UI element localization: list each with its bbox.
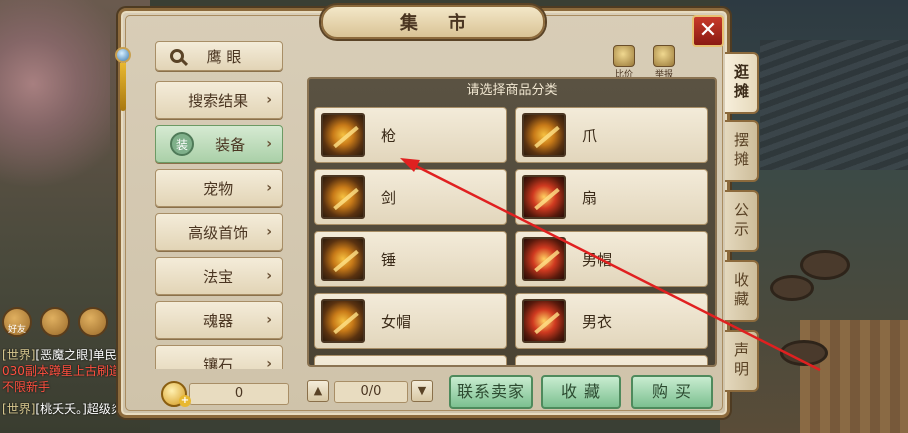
chat-toolbar: 好友 bbox=[2, 307, 108, 337]
category-treasure[interactable]: 法宝 › bbox=[155, 257, 283, 295]
goods-grid[interactable]: 枪 爪 剑 扇 锤 男帽 女帽 男衣 bbox=[314, 107, 710, 365]
goods-header: 请选择商品分类 bbox=[466, 83, 558, 98]
currency-field: 0 bbox=[189, 383, 289, 405]
wooden-deck bbox=[800, 320, 908, 433]
page-down-button[interactable]: ▼ bbox=[411, 380, 433, 402]
goods-item-fan[interactable]: 扇 bbox=[515, 169, 708, 225]
report-button[interactable]: 举报 bbox=[649, 45, 679, 80]
tab-statement[interactable]: 声明 bbox=[725, 330, 759, 392]
category-pets[interactable]: 宠物 › bbox=[155, 169, 283, 207]
claw-icon bbox=[522, 113, 566, 157]
chat-bubble-icon[interactable] bbox=[40, 307, 70, 337]
microphone-icon[interactable] bbox=[78, 307, 108, 337]
equipment-icon: 装 bbox=[170, 132, 194, 156]
chevron-right-icon: › bbox=[266, 180, 272, 196]
chevron-right-icon: › bbox=[266, 268, 272, 284]
market-panel: 集 市 ✕ 鹰 眼 搜索结果 › 装 装备 › 宠物 › 高级首饰 › 法宝 ›… bbox=[115, 5, 730, 418]
flower-pot bbox=[780, 340, 828, 366]
close-icon: ✕ bbox=[698, 18, 718, 43]
add-currency-icon[interactable]: + bbox=[179, 395, 191, 407]
chevron-down-icon: ▼ bbox=[417, 384, 427, 397]
page-up-button[interactable]: ▲ bbox=[307, 380, 329, 402]
goods-item-partial[interactable] bbox=[314, 355, 507, 365]
tab-browse-stalls[interactable]: 逛摊 bbox=[725, 52, 759, 114]
fan-icon bbox=[522, 175, 566, 219]
chevron-right-icon: › bbox=[266, 356, 272, 369]
goods-item-male-hat[interactable]: 男帽 bbox=[515, 231, 708, 287]
goods-panel: 请选择商品分类 枪 爪 剑 扇 锤 男帽 女帽 男衣 bbox=[307, 77, 717, 367]
goods-item-spear[interactable]: 枪 bbox=[314, 107, 507, 163]
chevron-right-icon: › bbox=[266, 92, 272, 108]
goods-item-partial[interactable] bbox=[515, 355, 708, 365]
goods-item-male-clothes[interactable]: 男衣 bbox=[515, 293, 708, 349]
flower-pot bbox=[770, 275, 814, 301]
male-hat-icon bbox=[522, 237, 566, 281]
price-compare-button[interactable]: 比价 bbox=[609, 45, 639, 80]
window-title: 集 市 bbox=[321, 5, 545, 39]
goods-item-female-hat[interactable]: 女帽 bbox=[314, 293, 507, 349]
tab-announcement[interactable]: 公示 bbox=[725, 190, 759, 252]
tab-favorites[interactable]: 收藏 bbox=[725, 260, 759, 322]
jade-pendant-icon bbox=[113, 47, 133, 119]
category-list[interactable]: 鹰 眼 搜索结果 › 装 装备 › 宠物 › 高级首饰 › 法宝 › 魂器 › bbox=[155, 41, 287, 369]
page-indicator: 0/0 bbox=[334, 381, 408, 403]
search-button[interactable]: 鹰 眼 bbox=[155, 41, 283, 71]
category-soul-vessel[interactable]: 魂器 › bbox=[155, 301, 283, 339]
chevron-right-icon: › bbox=[266, 224, 272, 240]
search-icon bbox=[170, 49, 184, 63]
category-search-results[interactable]: 搜索结果 › bbox=[155, 81, 283, 119]
category-jewelry[interactable]: 高级首饰 › bbox=[155, 213, 283, 251]
buy-button[interactable]: 购 买 bbox=[631, 375, 713, 409]
report-icon bbox=[653, 45, 675, 67]
category-equipment[interactable]: 装 装备 › bbox=[155, 125, 283, 163]
friends-icon[interactable]: 好友 bbox=[2, 307, 32, 337]
goods-item-hammer[interactable]: 锤 bbox=[314, 231, 507, 287]
price-compare-icon bbox=[613, 45, 635, 67]
chevron-up-icon: ▲ bbox=[313, 384, 323, 397]
building-roof bbox=[760, 40, 908, 170]
category-gems[interactable]: 镶石 › bbox=[155, 345, 283, 369]
chevron-right-icon: › bbox=[266, 136, 272, 152]
female-hat-icon bbox=[321, 299, 365, 343]
close-button[interactable]: ✕ bbox=[692, 15, 724, 47]
sword-icon bbox=[321, 175, 365, 219]
contact-seller-button[interactable]: 联系卖家 bbox=[449, 375, 533, 409]
chevron-right-icon: › bbox=[266, 312, 272, 328]
favorite-button[interactable]: 收 藏 bbox=[541, 375, 621, 409]
blossom-tree bbox=[0, 0, 110, 210]
goods-item-sword[interactable]: 剑 bbox=[314, 169, 507, 225]
goods-item-claw[interactable]: 爪 bbox=[515, 107, 708, 163]
flower-pot bbox=[800, 250, 850, 280]
male-clothes-icon bbox=[522, 299, 566, 343]
tab-set-up-stall[interactable]: 摆摊 bbox=[725, 120, 759, 182]
hammer-icon bbox=[321, 237, 365, 281]
spear-icon bbox=[321, 113, 365, 157]
